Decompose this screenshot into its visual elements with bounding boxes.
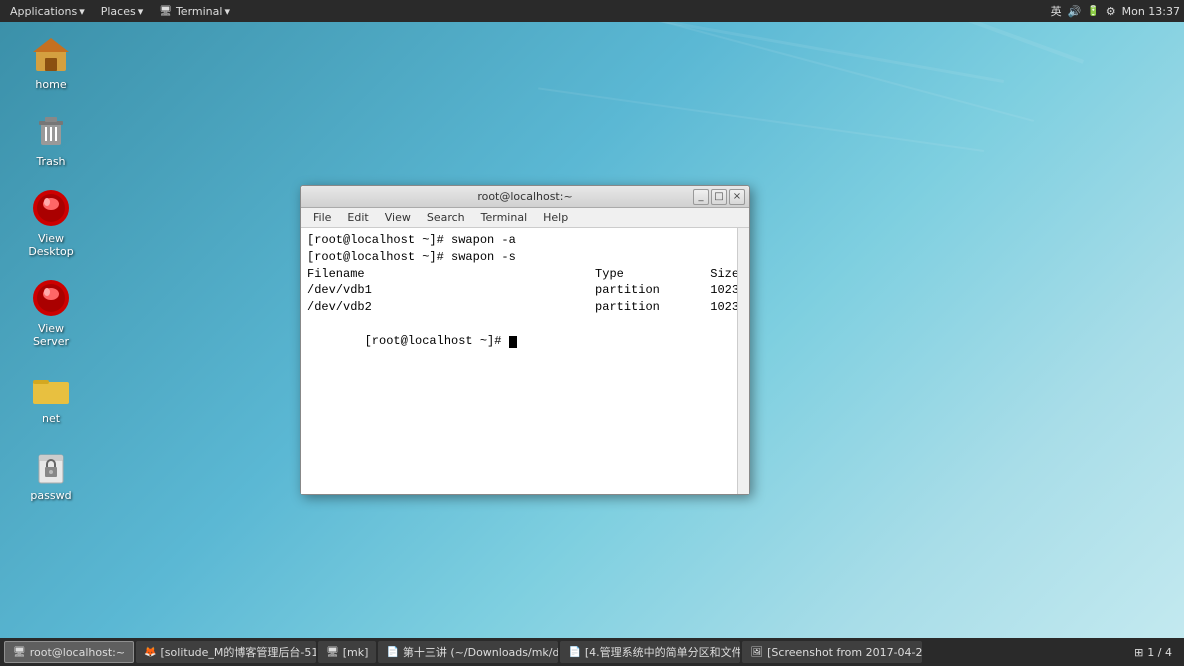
terminal-line-4: /dev/vdb1 partition 102396 0 -1 — [307, 282, 743, 299]
terminal-line-5: /dev/vdb2 partition 102396 0 -2 — [307, 299, 743, 316]
menu-edit[interactable]: Edit — [339, 209, 376, 226]
system-tray: 英 🔊 🔋 ⚙ Mon 13:37 — [1051, 3, 1180, 19]
terminal-dropdown-icon: ▾ — [224, 5, 230, 18]
terminal-label: Terminal — [176, 5, 223, 18]
terminal-menu[interactable]: 🖥 Terminal ▾ — [153, 3, 236, 20]
view-server-icon — [31, 278, 71, 318]
taskbar-firefox-label: [solitude_M的博客管理后台-51... — [161, 644, 317, 660]
taskbar-top-right: 英 🔊 🔋 ⚙ Mon 13:37 — [1051, 3, 1180, 19]
page-icon: ⊞ — [1134, 646, 1143, 659]
desktop-icon-passwd[interactable]: passwd — [16, 441, 86, 506]
settings-icon: ⚙ — [1106, 5, 1116, 18]
terminal-line-6: [root@localhost ~]# — [307, 316, 743, 366]
terminal-title: root@localhost:~ — [357, 190, 693, 203]
taskbar-item-terminal[interactable]: 🖥 root@localhost:~ — [4, 641, 134, 663]
menu-terminal[interactable]: Terminal — [473, 209, 536, 226]
terminal-menubar: File Edit View Search Terminal Help — [301, 208, 749, 228]
speaker-icon: 🔊 — [1068, 5, 1082, 18]
places-label: Places — [101, 5, 136, 18]
home-icon — [31, 34, 71, 74]
taskbar-item-mk[interactable]: 🖥 [mk] — [318, 641, 376, 663]
terminal-content[interactable]: [root@localhost ~]# swapon -a [root@loca… — [301, 228, 749, 494]
taskbar-mk-icon: 🖥 — [326, 647, 339, 658]
minimize-button[interactable]: _ — [693, 189, 709, 205]
page-info: 1 / 4 — [1147, 646, 1172, 659]
applications-label: Applications — [10, 5, 77, 18]
desktop-icon-trash[interactable]: Trash — [16, 107, 86, 172]
trash-icon — [31, 111, 71, 151]
net-folder-icon-label: net — [42, 412, 60, 425]
terminal-prompt: [root@localhost ~]# — [365, 334, 509, 348]
taskbar-page: ⊞ 1 / 4 — [1126, 646, 1180, 659]
taskbar-item-screenshot[interactable]: 🖼 [Screenshot from 2017-04-22 1... — [742, 641, 922, 663]
trash-icon-label: Trash — [36, 155, 65, 168]
desktop-icons: home Trash — [16, 30, 86, 506]
terminal-line-3: Filename Type Size Used Priority — [307, 266, 743, 283]
passwd-file-icon — [31, 445, 71, 485]
window-controls: _ □ × — [693, 189, 745, 205]
menu-help[interactable]: Help — [535, 209, 576, 226]
terminal-window: root@localhost:~ _ □ × File Edit View Se… — [300, 185, 750, 495]
desktop: Applications ▾ Places ▾ 🖥 Terminal ▾ 英 🔊… — [0, 0, 1184, 666]
desktop-icon-net[interactable]: net — [16, 364, 86, 429]
desktop-icon-view-server[interactable]: View Server — [16, 274, 86, 352]
home-icon-label: home — [35, 78, 66, 91]
desktop-icon-view-desktop[interactable]: View Desktop — [16, 184, 86, 262]
taskbar-terminal-icon: 🖥 — [13, 647, 26, 658]
close-button[interactable]: × — [729, 189, 745, 205]
desktop-icon-home[interactable]: home — [16, 30, 86, 95]
menu-search[interactable]: Search — [419, 209, 473, 226]
places-dropdown-icon: ▾ — [138, 5, 144, 18]
taskbar-doc2-icon: 📄 — [568, 647, 580, 658]
menu-file[interactable]: File — [305, 209, 339, 226]
taskbar-doc1-label: 第十三讲 (~/Downloads/mk/doc/... — [403, 644, 559, 660]
battery-icon: 🔋 — [1087, 6, 1099, 17]
taskbar-doc2-label: [4.管理系统中的简单分区和文件系... — [585, 644, 741, 660]
terminal-titlebar[interactable]: root@localhost:~ _ □ × — [301, 186, 749, 208]
terminal-line-1: [root@localhost ~]# swapon -a — [307, 232, 743, 249]
terminal-cursor — [509, 336, 517, 348]
view-desktop-icon-label: View Desktop — [20, 232, 82, 258]
clock: Mon 13:37 — [1122, 5, 1180, 18]
taskbar-bottom: 🖥 root@localhost:~ 🦊 [solitude_M的博客管理后台-… — [0, 638, 1184, 666]
taskbar-doc1-icon: 📄 — [386, 647, 398, 658]
locale-indicator: 英 — [1051, 3, 1062, 19]
applications-dropdown-icon: ▾ — [79, 5, 85, 18]
taskbar-firefox-icon: 🦊 — [144, 647, 156, 658]
applications-menu[interactable]: Applications ▾ — [4, 3, 91, 20]
terminal-line-2: [root@localhost ~]# swapon -s — [307, 249, 743, 266]
taskbar-top: Applications ▾ Places ▾ 🖥 Terminal ▾ 英 🔊… — [0, 0, 1184, 22]
taskbar-mk-label: [mk] — [343, 646, 369, 659]
taskbar-screenshot-icon: 🖼 — [750, 647, 763, 658]
terminal-scrollbar[interactable] — [737, 228, 749, 494]
taskbar-item-doc2[interactable]: 📄 [4.管理系统中的简单分区和文件系... — [560, 641, 740, 663]
places-menu[interactable]: Places ▾ — [95, 3, 150, 20]
taskbar-screenshot-label: [Screenshot from 2017-04-22 1... — [767, 646, 922, 659]
taskbar-terminal-label: root@localhost:~ — [30, 646, 125, 659]
taskbar-top-left: Applications ▾ Places ▾ 🖥 Terminal ▾ — [4, 3, 236, 20]
net-folder-icon — [31, 368, 71, 408]
passwd-file-icon-label: passwd — [30, 489, 71, 502]
menu-view[interactable]: View — [377, 209, 419, 226]
maximize-button[interactable]: □ — [711, 189, 727, 205]
view-server-icon-label: View Server — [20, 322, 82, 348]
taskbar-item-doc1[interactable]: 📄 第十三讲 (~/Downloads/mk/doc/... — [378, 641, 558, 663]
taskbar-item-firefox[interactable]: 🦊 [solitude_M的博客管理后台-51... — [136, 641, 316, 663]
view-desktop-icon — [31, 188, 71, 228]
